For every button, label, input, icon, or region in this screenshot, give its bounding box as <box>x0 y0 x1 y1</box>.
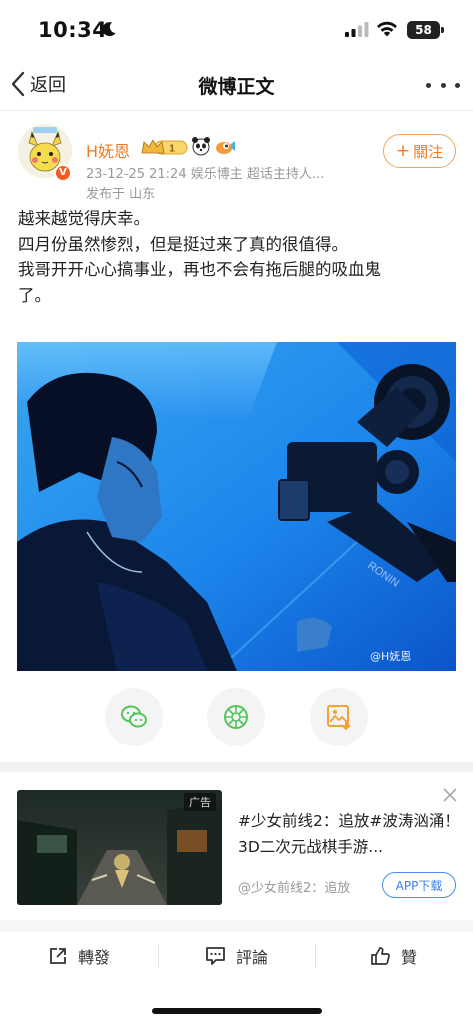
post-line: 越来越觉得庆幸。 <box>18 209 150 228</box>
plus-icon: + <box>395 141 411 161</box>
nav-divider <box>0 110 473 111</box>
home-indicator[interactable] <box>152 1008 322 1014</box>
app-download-button[interactable]: APP下载 <box>382 872 456 898</box>
vip-crown-icon: 1 <box>141 139 188 155</box>
author-name[interactable]: H妩恩 <box>86 138 130 162</box>
repost-icon <box>50 948 66 964</box>
wechat-icon <box>121 705 147 728</box>
post-line: 我哥开开心心搞事业，再也不会有拖后腿的吸血鬼 <box>18 260 381 279</box>
share-wechat-button[interactable] <box>105 688 163 746</box>
page-title: 微博正文 <box>198 76 275 98</box>
close-icon[interactable] <box>442 787 458 803</box>
save-image-button[interactable] <box>310 688 368 746</box>
action-divider <box>315 944 316 968</box>
ad-tag: 广告 <box>184 793 216 811</box>
battery-indicator: 58 <box>407 21 444 39</box>
dot-icon <box>455 82 460 88</box>
image-watermark: @H妩恩 <box>370 650 412 663</box>
like-label: 贊 <box>401 948 418 967</box>
share-moments-button[interactable] <box>207 688 265 746</box>
more-options-button[interactable] <box>426 80 460 90</box>
wifi-icon <box>377 21 397 37</box>
ad-title[interactable]: #少女前线2：追放#波涛汹涌！3D二次元战棋手游... <box>238 808 463 860</box>
repost-button[interactable]: 轉發 <box>48 942 110 970</box>
photo-illustration: RONIN <box>17 342 456 671</box>
follow-label: 關注 <box>413 142 444 161</box>
action-divider <box>158 944 159 968</box>
dot-icon <box>426 82 431 88</box>
status-time: 10:34 <box>38 18 108 42</box>
post-location: 发布于 山东 <box>86 187 156 202</box>
cellular-signal-icon <box>345 22 369 37</box>
save-image-icon <box>327 705 351 731</box>
moon-icon <box>102 22 116 37</box>
repost-label: 轉發 <box>78 948 111 967</box>
weibo-post-screen: 10:34 58 返回 微博正文 V H妩恩 1 23-12-25 21:24 … <box>0 0 473 1024</box>
like-button[interactable]: 贊 <box>370 942 417 970</box>
follow-button[interactable]: + 關注 <box>383 134 456 168</box>
comment-button[interactable]: 評論 <box>205 942 268 970</box>
section-divider <box>0 762 473 772</box>
post-meta-time: 23-12-25 21:24 娱乐博主 超话主持人... <box>86 167 325 182</box>
verified-badge: V <box>54 164 72 182</box>
post-body: 越来越觉得庆幸。 四月份虽然惨烈，但是挺过来了真的很值得。 我哥开开心心搞事业，… <box>18 206 458 308</box>
comment-label: 評論 <box>236 948 269 967</box>
comment-icon <box>206 947 225 965</box>
vip-level-label: 1 <box>169 144 175 155</box>
section-divider <box>0 920 473 932</box>
ad-source: @少女前线2：追放 <box>238 881 351 896</box>
post-image[interactable]: RONIN <box>17 342 456 671</box>
dot-icon <box>440 82 446 88</box>
panda-badge-icon <box>192 137 210 156</box>
fan-badge-icon <box>216 141 235 154</box>
thumbs-up-icon <box>371 947 390 965</box>
post-line: 了。 <box>18 285 51 305</box>
post-line: 四月份虽然惨烈，但是挺过来了真的很值得。 <box>18 234 348 254</box>
moments-icon <box>224 705 248 729</box>
